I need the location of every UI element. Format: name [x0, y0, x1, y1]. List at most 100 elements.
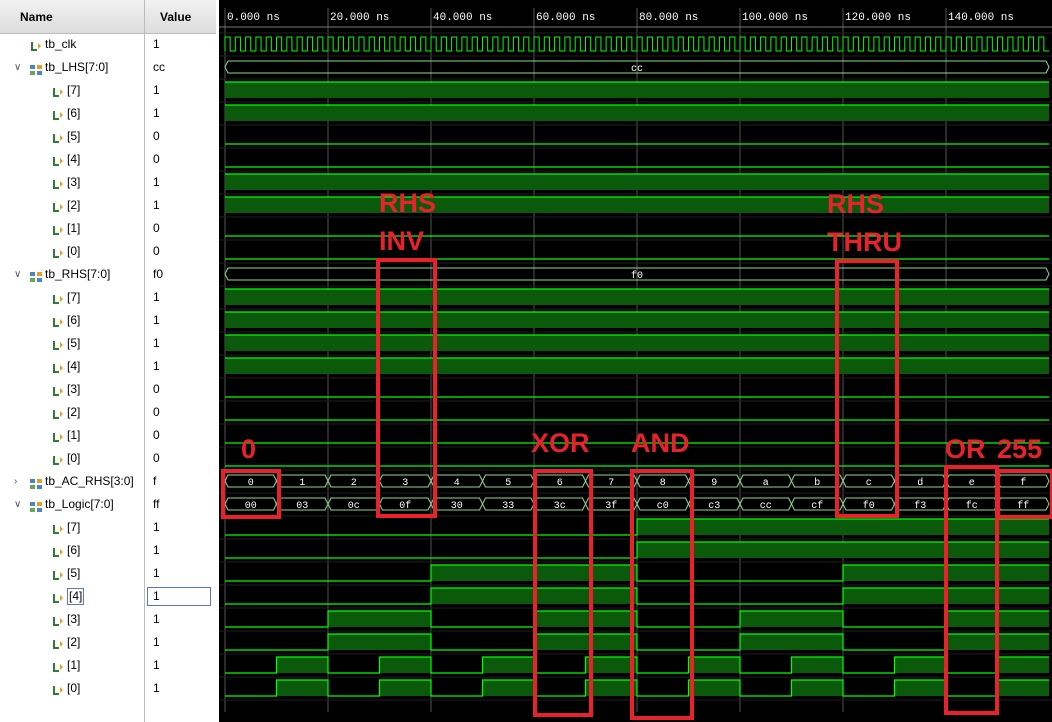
wave-high-fill — [379, 657, 431, 673]
signal-row[interactable]: [0] — [0, 447, 144, 470]
signal-row[interactable]: [6] — [0, 102, 144, 125]
signal-value-row[interactable]: 1 — [145, 332, 216, 355]
signal-value-row[interactable]: 1 — [145, 194, 216, 217]
wave-high-fill — [997, 611, 1049, 627]
signal-value-row[interactable]: 1 — [145, 516, 216, 539]
signal-row[interactable]: [2] — [0, 401, 144, 424]
time-label: 100.000 ns — [742, 12, 808, 24]
signal-value: 1 — [153, 83, 160, 97]
signal-value-row[interactable]: 1 — [145, 585, 216, 608]
signal-value-row[interactable]: 1 — [145, 562, 216, 585]
signal-value-row[interactable]: 1 — [145, 171, 216, 194]
signal-row[interactable]: [3] — [0, 608, 144, 631]
signal-row[interactable]: [4] — [0, 148, 144, 171]
signal-value-row[interactable]: 1 — [145, 654, 216, 677]
signal-value-row[interactable]: ff — [145, 493, 216, 516]
bus-signal-icon — [30, 268, 42, 282]
value-column-header[interactable]: Value — [145, 0, 216, 34]
collapse-chevron-icon[interactable]: ∨ — [14, 493, 21, 516]
signal-row[interactable]: [1] — [0, 424, 144, 447]
signal-row[interactable]: [7] — [0, 286, 144, 309]
bus-signal-icon — [30, 475, 42, 489]
bus-value-label: 9 — [711, 478, 717, 489]
waveform-viewer[interactable]: 0.000 ns 20.000 ns 40.000 ns 60.000 ns 80.00… — [219, 0, 1052, 722]
wave-high-fill — [946, 634, 998, 650]
signal-row[interactable]: [1] — [0, 217, 144, 240]
wave-high-fill — [534, 565, 586, 581]
signal-row[interactable]: › tb_AC_RHS[3:0] — [0, 470, 144, 493]
signal-name: [0] — [67, 451, 81, 465]
signal-name: tb_RHS[7:0] — [45, 267, 111, 281]
signal-value-row[interactable]: 1 — [145, 102, 216, 125]
signal-name: [3] — [67, 382, 81, 396]
signal-row[interactable]: [4] — [0, 585, 144, 608]
signal-value: 1 — [153, 359, 160, 373]
signal-value-row[interactable]: 1 — [145, 79, 216, 102]
signal-row[interactable]: [6] — [0, 309, 144, 332]
signal-value-row[interactable]: f0 — [145, 263, 216, 286]
signal-value-row[interactable]: f — [145, 470, 216, 493]
signal-row[interactable]: ∨ tb_RHS[7:0] — [0, 263, 144, 286]
signal-row[interactable]: [0] — [0, 240, 144, 263]
signal-value-row[interactable]: 1 — [145, 33, 216, 56]
signal-value-row[interactable]: 1 — [145, 355, 216, 378]
rhs-bit-wave — [225, 334, 1049, 351]
signal-row[interactable]: [1] — [0, 654, 144, 677]
signal-row[interactable]: [3] — [0, 171, 144, 194]
signal-row[interactable]: ∨ tb_Logic[7:0] — [0, 493, 144, 516]
time-label: 40.000 ns — [433, 12, 492, 24]
signal-value-row[interactable]: 1 — [145, 309, 216, 332]
time-label: 140.000 ns — [948, 12, 1014, 24]
expand-chevron-icon[interactable]: › — [14, 470, 17, 493]
signal-row[interactable]: [5] — [0, 125, 144, 148]
signal-name: [5] — [67, 566, 81, 580]
signal-value-row[interactable]: 0 — [145, 217, 216, 240]
signal-row[interactable]: [2] — [0, 194, 144, 217]
signal-row[interactable]: [7] — [0, 516, 144, 539]
signal-row[interactable]: [0] — [0, 677, 144, 700]
signal-value-row[interactable]: 0 — [145, 401, 216, 424]
signal-value: 1 — [153, 290, 160, 304]
signal-row[interactable]: [5] — [0, 562, 144, 585]
signal-value-row[interactable]: 0 — [145, 378, 216, 401]
signal-value-row[interactable]: 0 — [145, 125, 216, 148]
signal-value-row[interactable]: 1 — [145, 286, 216, 309]
signal-value-row[interactable]: 0 — [145, 424, 216, 447]
bit-signal-icon — [52, 429, 64, 442]
signal-row[interactable]: [6] — [0, 539, 144, 562]
signal-name: [0] — [67, 244, 81, 258]
signal-name: tb_Logic[7:0] — [45, 497, 114, 511]
signal-value: f — [153, 474, 157, 488]
bit-signal-icon — [30, 38, 42, 51]
wave-high-fill — [482, 565, 534, 581]
wave-high-fill — [534, 634, 586, 650]
bit-signal-icon — [52, 544, 64, 557]
lhs-bit-wave — [225, 196, 1049, 213]
signal-value-row[interactable]: 1 — [145, 539, 216, 562]
wave-high-fill — [534, 588, 586, 604]
signal-value-row[interactable]: cc — [145, 56, 216, 79]
bus-value-label: cc — [760, 501, 772, 512]
signal-row[interactable]: ∨ tb_LHS[7:0] — [0, 56, 144, 79]
wave-high-fill — [225, 174, 1049, 190]
name-column-header[interactable]: Name — [0, 0, 144, 34]
bus-signal-icon — [30, 61, 42, 75]
signal-row[interactable]: [4] — [0, 355, 144, 378]
wave-high-fill — [997, 680, 1049, 696]
signal-row[interactable]: [7] — [0, 79, 144, 102]
signal-value-row[interactable]: 0 — [145, 447, 216, 470]
signal-value-row[interactable]: 1 — [145, 631, 216, 654]
signal-value-row[interactable]: 1 — [145, 608, 216, 631]
signal-row[interactable]: [3] — [0, 378, 144, 401]
signal-value-row[interactable]: 0 — [145, 148, 216, 171]
bit-signal-icon — [52, 291, 64, 304]
signal-row[interactable]: [2] — [0, 631, 144, 654]
wave-high-fill — [585, 634, 637, 650]
signal-value-row[interactable]: 0 — [145, 240, 216, 263]
signal-row[interactable]: [5] — [0, 332, 144, 355]
signal-value-row[interactable]: 1 — [145, 677, 216, 700]
collapse-chevron-icon[interactable]: ∨ — [14, 56, 21, 79]
wave-high-fill — [843, 519, 895, 535]
signal-row[interactable]: tb_clk — [0, 33, 144, 56]
collapse-chevron-icon[interactable]: ∨ — [14, 263, 21, 286]
